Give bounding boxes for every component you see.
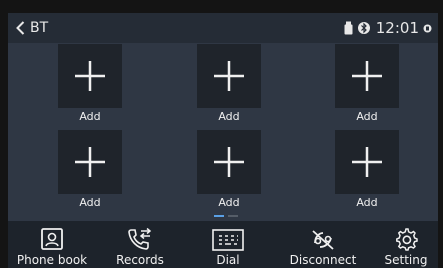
tile-label: Add bbox=[356, 196, 378, 209]
call-records-icon bbox=[128, 227, 152, 250]
nav-label: Records bbox=[116, 253, 164, 267]
notification-dot-icon bbox=[423, 24, 432, 33]
back-button[interactable]: BT bbox=[16, 17, 48, 39]
back-label: BT bbox=[30, 20, 49, 36]
nav-records[interactable]: Records bbox=[104, 221, 176, 268]
bluetooth-icon bbox=[357, 21, 370, 35]
dialpad-icon bbox=[212, 229, 244, 251]
nav-setting[interactable]: Setting bbox=[376, 221, 436, 268]
add-favorite-tile-4[interactable] bbox=[58, 130, 122, 194]
add-favorite-tile-6[interactable] bbox=[335, 130, 399, 194]
page-indicator bbox=[214, 215, 244, 217]
disconnect-icon bbox=[312, 230, 334, 250]
plus-icon bbox=[352, 147, 382, 177]
add-favorite-tile-2[interactable] bbox=[197, 44, 261, 108]
page-indicator-active bbox=[214, 215, 224, 217]
tile-label: Add bbox=[218, 110, 240, 123]
bottom-nav: Phone book Records Dial Disconnect Setti… bbox=[8, 221, 438, 268]
nav-label: Setting bbox=[384, 253, 428, 267]
tile-label: Add bbox=[79, 196, 101, 209]
chevron-left-icon bbox=[16, 21, 30, 35]
nav-dial[interactable]: Dial bbox=[200, 221, 256, 268]
usb-icon bbox=[344, 21, 353, 35]
nav-label: Disconnect bbox=[289, 253, 357, 267]
page-indicator-inactive bbox=[228, 215, 238, 217]
tile-label: Add bbox=[79, 110, 101, 123]
plus-icon bbox=[214, 61, 244, 91]
tile-label: Add bbox=[218, 196, 240, 209]
clock: 12:01 bbox=[375, 19, 419, 37]
add-favorite-tile-3[interactable] bbox=[335, 44, 399, 108]
plus-icon bbox=[214, 147, 244, 177]
plus-icon bbox=[352, 61, 382, 91]
gear-icon bbox=[396, 228, 418, 251]
tile-label: Add bbox=[356, 110, 378, 123]
nav-label: Phone book bbox=[16, 253, 88, 267]
plus-icon bbox=[75, 147, 105, 177]
nav-disconnect[interactable]: Disconnect bbox=[280, 221, 366, 268]
bt-screen: BT 12:01 Add Add Add Add Add Add Phone b… bbox=[8, 13, 438, 268]
top-bar: BT 12:01 bbox=[8, 13, 438, 43]
plus-icon bbox=[75, 61, 105, 91]
add-favorite-tile-1[interactable] bbox=[58, 44, 122, 108]
status-area: 12:01 bbox=[344, 17, 432, 39]
nav-phone-book[interactable]: Phone book bbox=[10, 221, 94, 268]
nav-label: Dial bbox=[216, 253, 240, 267]
add-favorite-tile-5[interactable] bbox=[197, 130, 261, 194]
phone-book-icon bbox=[41, 228, 63, 250]
